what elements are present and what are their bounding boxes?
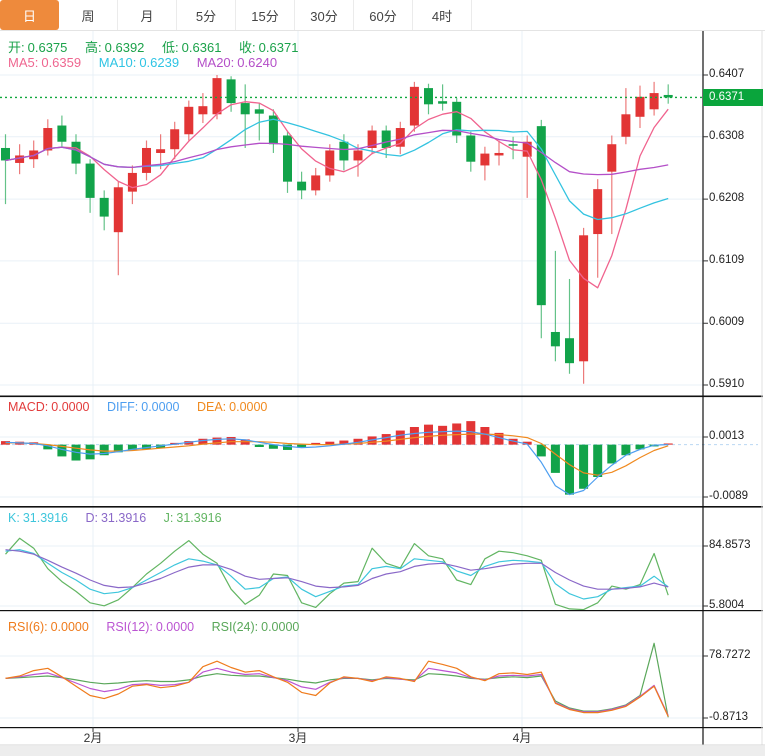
tab-30min[interactable]: 30分 (295, 0, 354, 30)
timeframe-tabbar: 日 周 月 5分 15分 30分 60分 4时 (0, 0, 765, 31)
chart-app: 日 周 月 5分 15分 30分 60分 4时 开: 0.6375 高: 0.639… (0, 0, 765, 756)
tab-5min[interactable]: 5分 (177, 0, 236, 30)
tab-daily[interactable]: 日 (0, 0, 59, 30)
tab-15min[interactable]: 15分 (236, 0, 295, 30)
tab-4hour[interactable]: 4时 (413, 0, 472, 30)
last-price-badge: 0.6371 (703, 89, 763, 106)
tab-60min[interactable]: 60分 (354, 0, 413, 30)
h-scrollbar[interactable] (0, 746, 765, 756)
tab-weekly[interactable]: 周 (59, 0, 118, 30)
chart-canvas[interactable] (0, 0, 765, 756)
tab-monthly[interactable]: 月 (118, 0, 177, 30)
